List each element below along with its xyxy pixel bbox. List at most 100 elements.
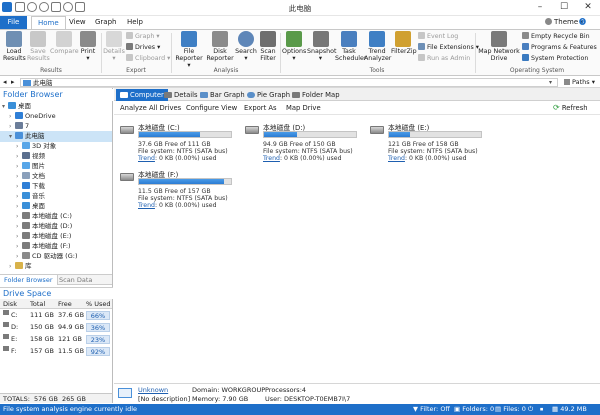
drive-usage-bar xyxy=(138,131,232,138)
graph-button[interactable]: Graph ▾ xyxy=(126,32,160,42)
disk-cell: F: xyxy=(11,347,17,355)
tree-item-label: CD 驱动器 (G:) xyxy=(32,252,78,260)
drive-space-row[interactable]: F: 157 GB 11.5 GB 92% xyxy=(0,346,112,357)
trend-link[interactable]: Trend xyxy=(138,155,155,162)
tree-item-label: 本地磁盘 (C:) xyxy=(32,212,72,220)
tab-view[interactable]: View xyxy=(63,16,92,29)
forward-icon[interactable]: ▸ xyxy=(11,78,15,86)
tab-folder-browser[interactable]: Folder Browser xyxy=(0,275,58,285)
export-as-button[interactable]: Export As xyxy=(244,103,277,113)
system-protection-button[interactable]: System Protection xyxy=(522,54,588,64)
tab-details-label: Details xyxy=(174,91,198,99)
drive-usage-bar xyxy=(138,178,232,185)
compare-button[interactable]: Compare xyxy=(50,31,79,55)
total-cell: 111 GB xyxy=(30,311,54,319)
back-icon[interactable]: ◂ xyxy=(3,78,7,86)
col-used[interactable]: % Used xyxy=(86,299,111,309)
drive-usage-fill xyxy=(139,132,200,137)
unknown-link[interactable]: Unknown xyxy=(138,386,168,394)
event-log-button[interactable]: Event Log xyxy=(418,32,458,42)
tree-item-label: 桌面 xyxy=(18,102,31,110)
drive-card[interactable]: 本地磁盘 (F:) 11.5 GB Free of 157 GB File syst… xyxy=(120,169,240,209)
drive-space-row[interactable]: E: 158 GB 121 GB 23% xyxy=(0,334,112,345)
tree-item-label: 本地磁盘 (E:) xyxy=(32,232,72,240)
folder-icon xyxy=(22,232,30,239)
help-icon[interactable]: ⓿ xyxy=(579,16,586,29)
filterzip-button[interactable]: FilterZip xyxy=(391,31,417,55)
map-drive-button[interactable]: Map Drive xyxy=(286,103,321,113)
clipboard-icon xyxy=(126,54,133,61)
load-results-button[interactable]: Load Results xyxy=(3,31,26,62)
paths-button[interactable]: Paths ▾ xyxy=(564,78,595,87)
trend-link[interactable]: Trend xyxy=(138,202,155,209)
tree-item[interactable]: › 库 xyxy=(0,261,112,271)
results-group-label: Results xyxy=(40,67,62,74)
hard-drive-icon xyxy=(120,173,134,181)
scan-filter-button[interactable]: Scan Filter xyxy=(258,31,278,62)
network-drive-icon xyxy=(491,31,507,47)
drive-space-row[interactable]: D: 150 GB 94.9 GB 36% xyxy=(0,322,112,333)
drive-card[interactable]: 本地磁盘 (D:) 94.9 GB Free of 150 GB File syst… xyxy=(245,122,365,162)
task-scheduler-button[interactable]: Task Scheduler xyxy=(335,31,367,62)
drive-usage-bar xyxy=(388,131,482,138)
memory-text: Memory: 7.90 GB xyxy=(192,395,249,403)
save-results-label: Save Results xyxy=(27,48,50,62)
search-button[interactable]: Search ▾ xyxy=(235,31,257,62)
drive-trend-line: Trend: 0 KB (0.00%) used xyxy=(138,202,217,209)
path-input[interactable]: 此电脑 ▾ xyxy=(20,78,558,87)
col-total[interactable]: Total xyxy=(30,299,45,309)
filter-status[interactable]: ▼ Filter: Off xyxy=(413,404,450,415)
path-dropdown-icon[interactable]: ▾ xyxy=(549,79,552,87)
snapshot-button[interactable]: Snapshot ▾ xyxy=(307,31,336,62)
tab-help[interactable]: Help xyxy=(121,16,149,29)
tab-scan-data[interactable]: Scan Data xyxy=(55,275,96,285)
tab-pie-graph[interactable]: Pie Graph xyxy=(243,89,294,101)
tree-item-label: 文档 xyxy=(32,172,45,180)
minimize-button[interactable]: – xyxy=(528,0,552,15)
tab-home[interactable]: Home xyxy=(31,16,66,29)
ribbon-tabs: File Home View Graph Help Theme ▾ ⓿ xyxy=(0,16,600,29)
tab-graph[interactable]: Graph xyxy=(89,16,122,29)
options-button[interactable]: Options ▾ xyxy=(282,31,306,62)
tree-item-label: 库 xyxy=(25,262,32,270)
trend-link[interactable]: Trend xyxy=(388,155,405,162)
details-button[interactable]: Details ▾ xyxy=(103,31,125,62)
tab-file[interactable]: File xyxy=(0,16,27,29)
options-label: Options xyxy=(282,48,307,55)
col-disk[interactable]: Disk xyxy=(3,299,17,309)
empty-recycle-bin-button[interactable]: Empty Recycle Bin xyxy=(522,32,590,42)
drive-space-row[interactable]: C: 111 GB 37.6 GB 66% xyxy=(0,310,112,321)
tree-item-label: 下载 xyxy=(32,182,45,190)
file-extensions-button[interactable]: File Extensions ▾ xyxy=(418,43,479,53)
stop-status-icon[interactable]: ⏹ xyxy=(540,404,543,415)
tab-folder-map[interactable]: Folder Map xyxy=(288,89,344,101)
close-button[interactable]: ✕ xyxy=(576,0,600,15)
programs-features-button[interactable]: Programs & Features xyxy=(522,43,597,53)
disk-reporter-button[interactable]: Disk Reporter xyxy=(206,31,234,62)
folder-icon xyxy=(22,192,30,199)
drive-card[interactable]: 本地磁盘 (C:) 37.6 GB Free of 111 GB File syst… xyxy=(120,122,240,162)
options-icon xyxy=(286,31,302,47)
computer-info-icon xyxy=(118,388,132,398)
maximize-button[interactable]: ☐ xyxy=(552,0,576,15)
file-reporter-button[interactable]: File Reporter ▾ xyxy=(174,31,204,69)
print-button[interactable]: Print ▾ xyxy=(78,31,98,62)
system-info: Unknown [No description] Domain: WORKGRO… xyxy=(114,383,600,403)
run-as-admin-button[interactable]: Run as Admin xyxy=(418,54,470,64)
drives-button[interactable]: Drives ▾ xyxy=(126,43,160,53)
trend-analyzer-button[interactable]: Trend Analyzer xyxy=(364,31,391,62)
details-icon xyxy=(106,31,122,47)
files-status-label: Files: 0 xyxy=(503,405,526,413)
save-results-button[interactable]: Save Results xyxy=(27,31,50,62)
trend-icon xyxy=(369,31,385,47)
analyze-all-drives-button[interactable]: Analyze All Drives xyxy=(120,103,181,113)
refresh-button[interactable]: ⟳ Refresh xyxy=(553,103,588,113)
tab-bar-graph[interactable]: Bar Graph xyxy=(196,89,249,101)
map-network-drive-button[interactable]: Map Network Drive xyxy=(477,31,521,62)
folder-icon xyxy=(8,102,16,109)
drive-card[interactable]: 本地磁盘 (E:) 121 GB Free of 158 GB File syste… xyxy=(370,122,490,162)
configure-view-button[interactable]: Configure View xyxy=(186,103,237,113)
col-free[interactable]: Free xyxy=(58,299,72,309)
clipboard-button[interactable]: Clipboard ▾ xyxy=(126,54,170,64)
trend-link[interactable]: Trend xyxy=(263,155,280,162)
